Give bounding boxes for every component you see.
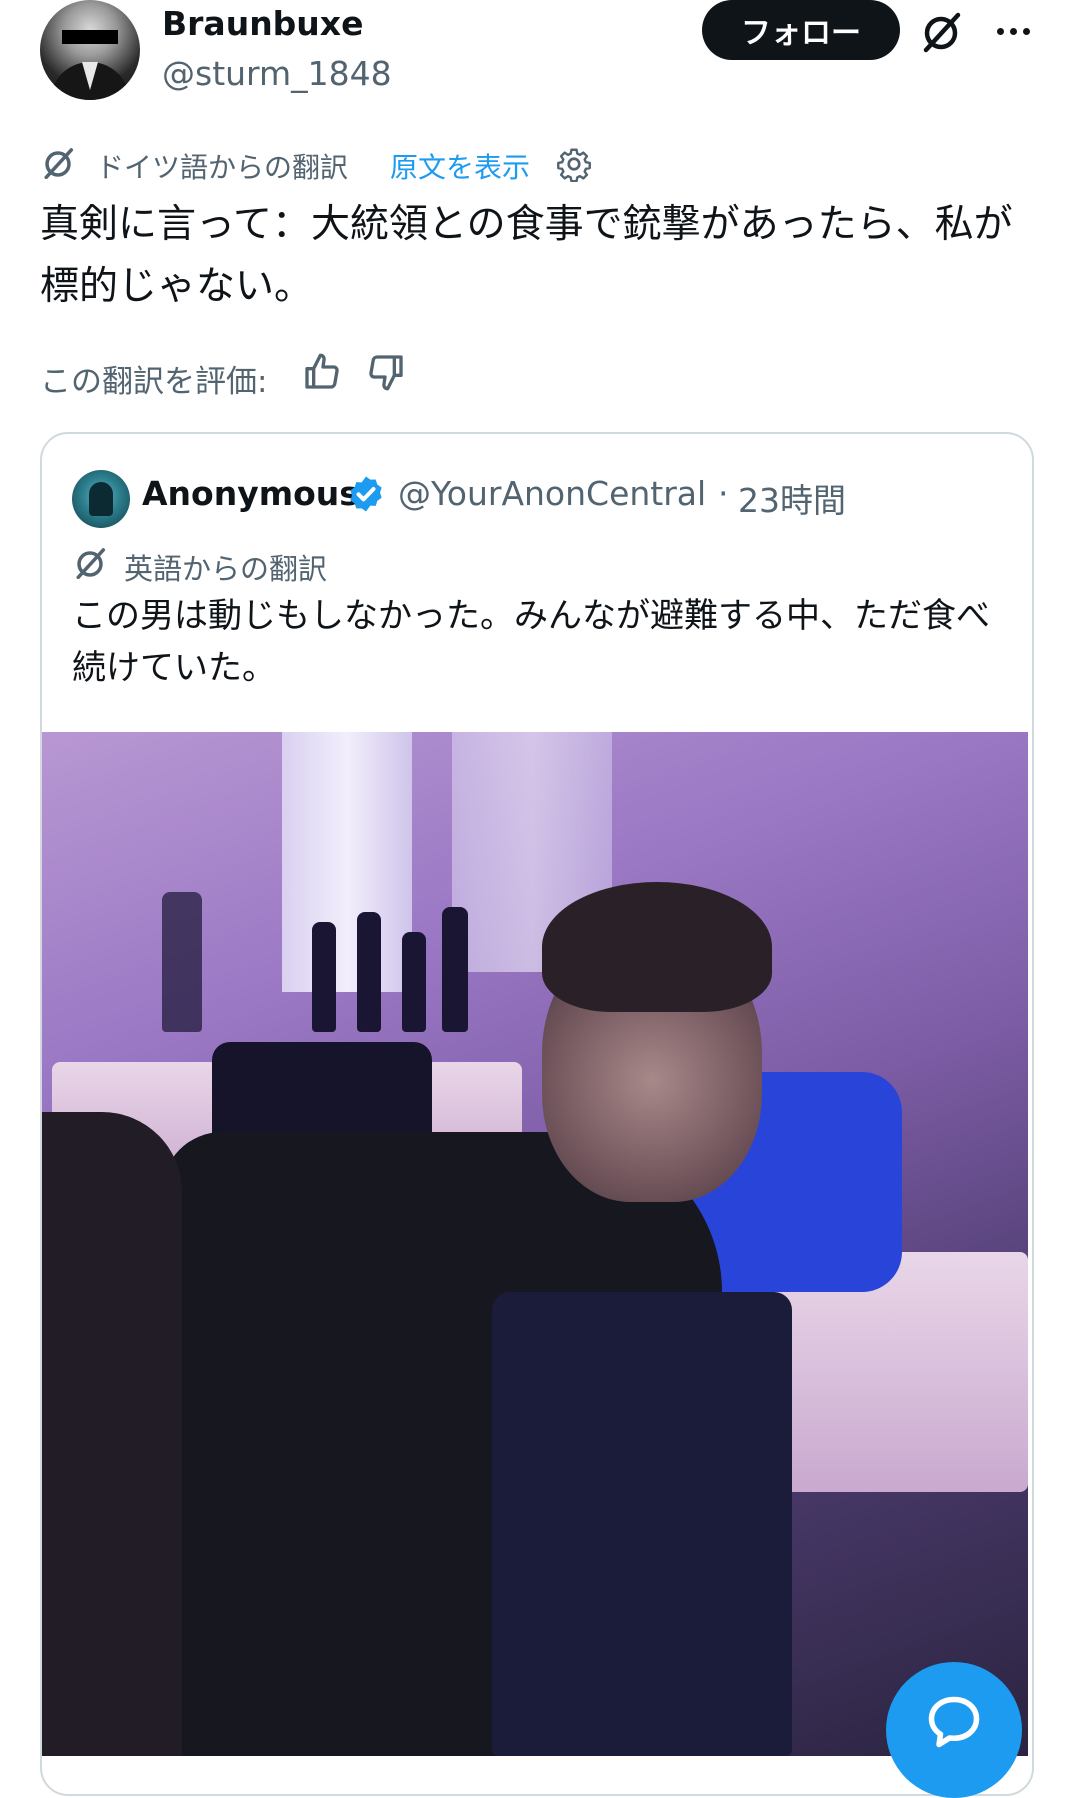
show-original-link[interactable]: 原文を表示 (390, 146, 530, 186)
grok-icon[interactable] (918, 10, 964, 56)
quoted-author-avatar[interactable] (72, 470, 130, 528)
separator-dot: · (718, 474, 729, 513)
quoted-author-handle[interactable]: @YourAnonCentral (398, 474, 706, 513)
gear-icon[interactable] (556, 146, 592, 183)
author-avatar[interactable] (40, 0, 140, 100)
more-icon[interactable] (988, 8, 1038, 54)
tweet-text: 真剣に言って：大統領との食事で銃撃があったら、私が標的じゃない。 (40, 202, 1013, 309)
compose-reply-button[interactable] (886, 1662, 1022, 1798)
translate-icon (40, 146, 76, 182)
quoted-translation-label: 英語からの翻訳 (124, 552, 328, 586)
thumbs-down-icon[interactable] (366, 352, 406, 392)
follow-button[interactable]: フォロー (702, 0, 900, 60)
quoted-media-image[interactable] (42, 732, 1028, 1756)
quoted-timestamp[interactable]: 23時間 (738, 474, 846, 522)
translation-label: ドイツ語からの翻訳 (96, 151, 349, 184)
quoted-tweet-text: この男は動じもしなかった。みんなが避難する中、ただ食べ続けていた。 (72, 596, 990, 688)
translate-icon (72, 546, 108, 582)
reply-bubble-icon (928, 1696, 980, 1748)
rate-translation-label: この翻訳を評価: (40, 364, 268, 400)
author-name[interactable]: Braunbuxe (162, 4, 363, 43)
quoted-author-name[interactable]: Anonymous (142, 474, 359, 513)
verified-badge-icon (346, 474, 386, 514)
thumbs-up-icon[interactable] (302, 352, 342, 392)
author-handle[interactable]: @sturm_1848 (162, 54, 392, 93)
